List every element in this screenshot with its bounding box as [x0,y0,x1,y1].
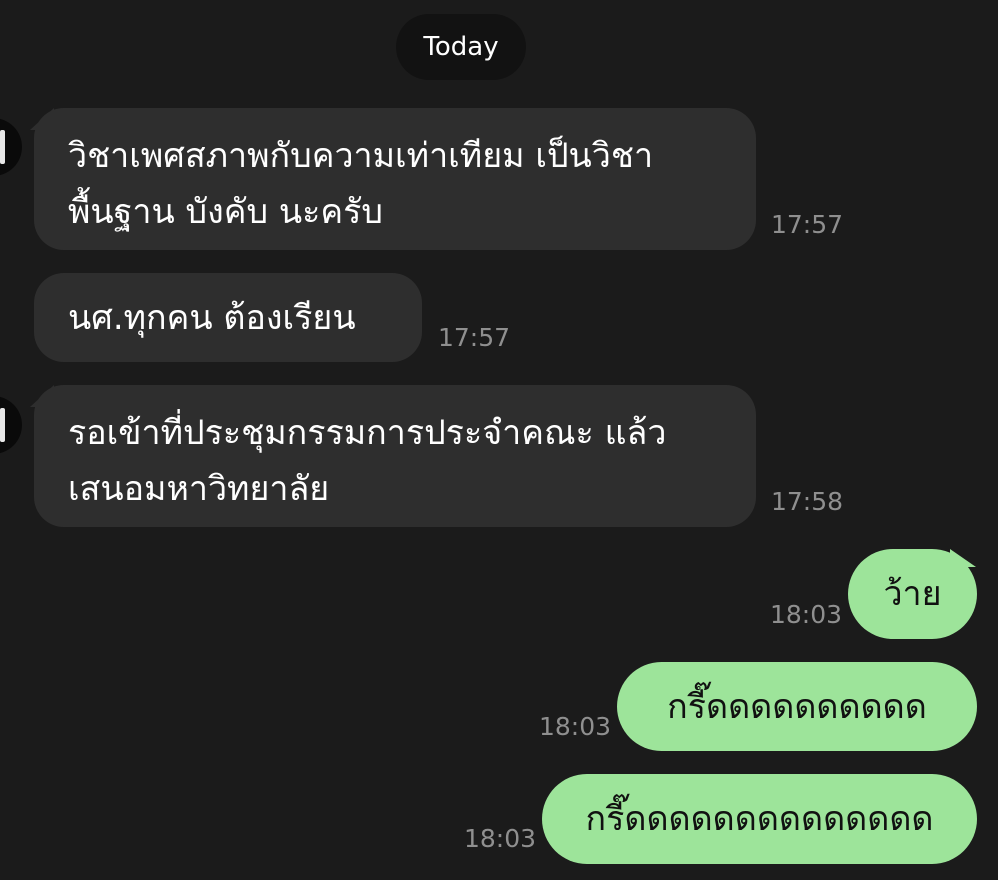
sender-avatar[interactable] [0,396,22,454]
message-line: นศ.ทุกคน ต้องเรียน [68,298,356,338]
date-divider: Today [396,14,526,80]
message-timestamp: 17:57 [771,210,844,239]
message-line: รอเข้าที่ประชุมกรรมการประจำคณะ แล้ว [68,413,667,453]
message-timestamp: 18:03 [539,712,612,741]
message-line: เสนอมหาวิทยาลัย [68,469,330,509]
outgoing-message-bubble[interactable]: กรี๊ดดดดดดดดดด [617,662,977,751]
incoming-message-bubble[interactable]: รอเข้าที่ประชุมกรรมการประจำคณะ แล้ว เสนอ… [34,385,756,527]
incoming-message-bubble[interactable]: นศ.ทุกคน ต้องเรียน [34,273,422,362]
incoming-message-bubble[interactable]: วิชาเพศสภาพกับความเท่าเทียม เป็นวิชา พื้… [34,108,756,250]
message-timestamp: 17:57 [438,323,511,352]
outgoing-message-bubble[interactable]: ว้าย [848,549,977,639]
message-timestamp: 17:58 [771,487,844,516]
message-line: ว้าย [883,574,942,614]
message-timestamp: 18:03 [770,600,843,629]
message-line: วิชาเพศสภาพกับความเท่าเทียม เป็นวิชา [68,136,654,176]
message-timestamp: 18:03 [464,824,537,853]
message-line: พื้นฐาน บังคับ นะครับ [68,192,383,232]
outgoing-message-bubble[interactable]: กรี๊ดดดดดดดดดดดดดด [542,774,977,864]
sender-avatar[interactable] [0,118,22,176]
message-line: กรี๊ดดดดดดดดดดดดดด [585,799,934,839]
message-line: กรี๊ดดดดดดดดดด [667,686,927,727]
